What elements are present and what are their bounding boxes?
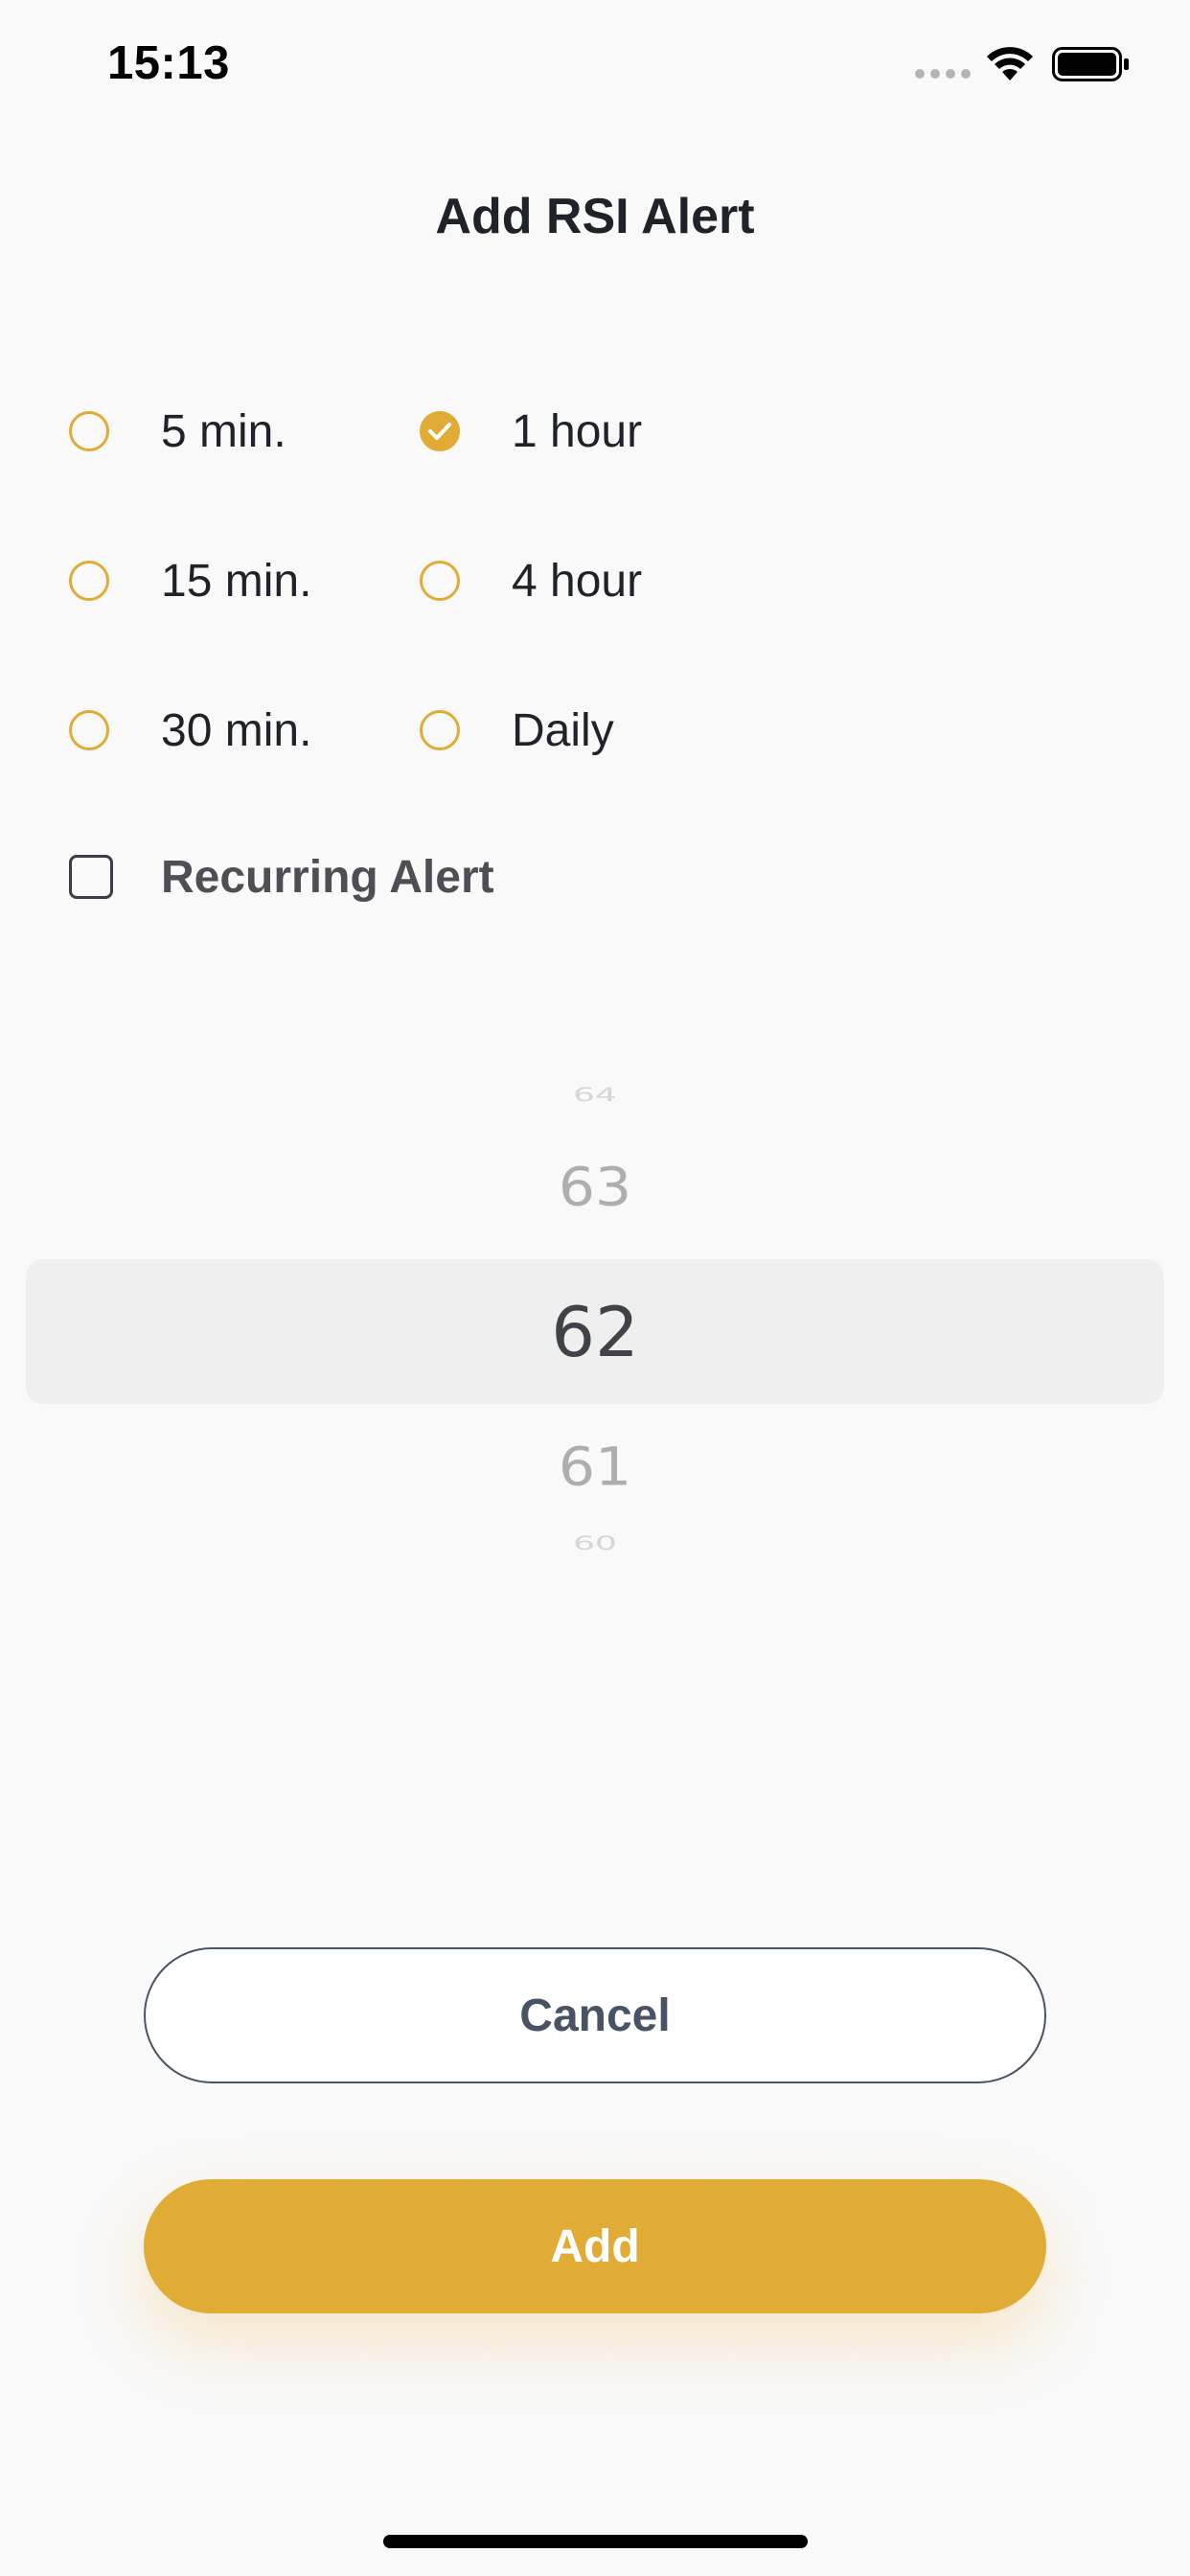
picker-item[interactable]: 64 [0,1084,1190,1106]
radio-unchecked-icon[interactable] [69,411,109,451]
option-5-min[interactable]: 5 min. [69,402,286,460]
picker-item[interactable]: 61 [0,1437,1190,1498]
checkmark-icon [428,423,451,440]
radio-unchecked-icon[interactable] [69,561,109,601]
add-button[interactable]: Add [144,2179,1046,2313]
recurring-alert-label: Recurring Alert [161,851,494,903]
picker-item-selected[interactable]: 62 [0,1292,1190,1372]
radio-unchecked-icon[interactable] [420,710,460,750]
option-4-hour[interactable]: 4 hour [420,552,642,610]
home-indicator[interactable] [383,2535,808,2548]
picker-item[interactable]: 63 [0,1157,1190,1218]
page-title: Add RSI Alert [435,189,755,244]
option-label: Daily [512,704,614,756]
checkbox-unchecked-icon[interactable] [69,855,113,899]
signal-dots-icon [915,69,971,79]
option-label: 1 hour [512,405,643,457]
option-15-min[interactable]: 15 min. [69,552,311,610]
radio-unchecked-icon[interactable] [69,710,109,750]
option-label: 15 min. [161,555,312,607]
cancel-button[interactable]: Cancel [144,1947,1046,2083]
option-label: 5 min. [161,405,286,457]
option-1-hour[interactable]: 1 hour [420,402,642,460]
wifi-icon [987,47,1033,80]
radio-checked-icon[interactable] [420,411,460,451]
battery-icon [1052,47,1129,81]
rsi-value-picker[interactable]: 64 63 62 61 60 [0,1054,1190,1591]
picker-item[interactable]: 60 [0,1532,1190,1554]
status-bar: 15:13 [0,0,1190,125]
recurring-alert-toggle[interactable]: Recurring Alert [69,848,494,906]
status-time: 15:13 [107,37,230,89]
option-30-min[interactable]: 30 min. [69,702,311,759]
option-label: 30 min. [161,704,312,756]
option-daily[interactable]: Daily [420,702,614,759]
radio-unchecked-icon[interactable] [420,561,460,601]
option-label: 4 hour [512,555,643,607]
